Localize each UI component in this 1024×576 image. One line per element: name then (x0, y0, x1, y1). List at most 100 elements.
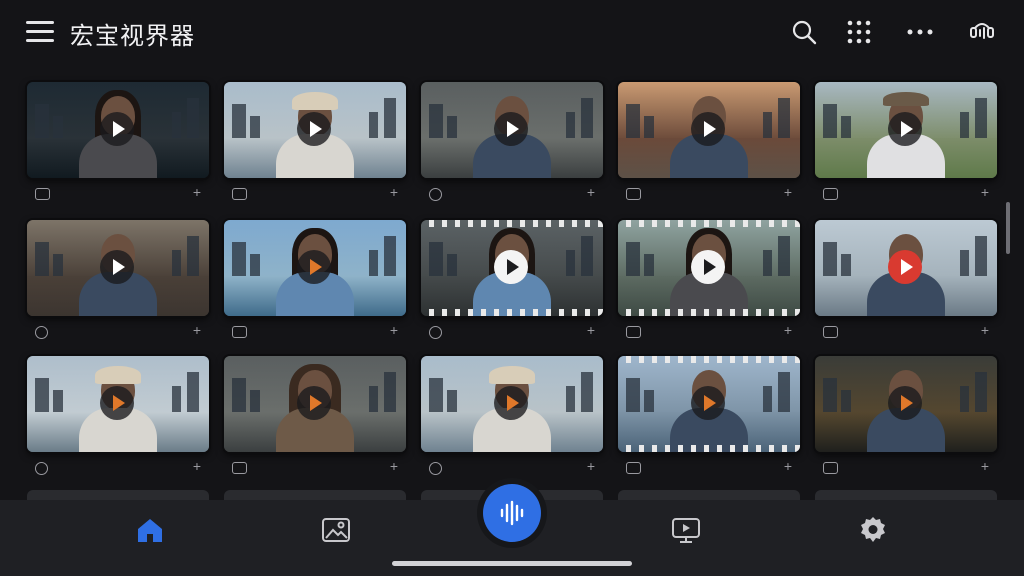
voice-assistant-icon[interactable] (968, 18, 996, 46)
video-thumbnail[interactable] (224, 82, 406, 178)
video-thumbnail[interactable] (27, 356, 209, 452)
video-card[interactable]: + (27, 82, 209, 200)
video-card-peek[interactable] (27, 490, 209, 500)
play-icon[interactable] (691, 386, 725, 420)
play-icon[interactable] (494, 112, 528, 146)
video-thumbnail[interactable] (224, 220, 406, 316)
video-card[interactable]: + (224, 82, 406, 200)
card-meta: + (35, 184, 205, 202)
video-thumbnail[interactable] (421, 82, 603, 178)
add-button[interactable]: + (587, 322, 595, 338)
video-card[interactable]: + (618, 356, 800, 474)
card-meta: + (429, 322, 599, 340)
caption-icon (823, 326, 838, 338)
play-icon[interactable] (494, 386, 528, 420)
more-icon[interactable] (906, 18, 934, 46)
video-card[interactable]: + (815, 82, 997, 200)
video-card-peek[interactable] (224, 490, 406, 500)
play-icon[interactable] (100, 112, 134, 146)
app-title: 宏宝视界器 (70, 22, 195, 50)
add-button[interactable]: + (784, 458, 792, 474)
play-icon[interactable] (691, 250, 725, 284)
caption-icon (232, 188, 247, 200)
card-meta: + (232, 184, 402, 202)
video-card[interactable]: + (421, 82, 603, 201)
play-icon[interactable] (100, 250, 134, 284)
play-icon[interactable] (297, 250, 331, 284)
card-meta: + (626, 458, 796, 476)
top-bar: 宏宝视界器 (0, 0, 1024, 68)
caption-icon (232, 326, 247, 338)
video-thumbnail[interactable] (27, 82, 209, 178)
settings-icon[interactable] (857, 514, 889, 546)
video-card[interactable]: + (815, 220, 997, 338)
menu-icon[interactable] (26, 20, 54, 44)
card-meta: + (35, 458, 205, 476)
video-card[interactable]: + (421, 220, 603, 339)
add-button[interactable]: + (193, 184, 201, 200)
add-button[interactable]: + (390, 322, 398, 338)
play-icon[interactable] (297, 386, 331, 420)
video-thumbnail[interactable] (618, 356, 800, 452)
video-card[interactable]: + (27, 356, 209, 475)
video-card[interactable]: + (618, 82, 800, 200)
refresh-icon (429, 188, 442, 201)
video-thumbnail[interactable] (815, 356, 997, 452)
refresh-icon (35, 326, 48, 339)
video-thumbnail[interactable] (421, 220, 603, 316)
play-icon[interactable] (691, 112, 725, 146)
refresh-icon (35, 462, 48, 475)
home-icon[interactable] (134, 514, 166, 546)
card-meta: + (429, 184, 599, 202)
add-button[interactable]: + (587, 184, 595, 200)
video-thumbnail[interactable] (815, 82, 997, 178)
add-button[interactable]: + (193, 458, 201, 474)
video-thumbnail[interactable] (224, 356, 406, 452)
add-button[interactable]: + (390, 184, 398, 200)
card-meta: + (232, 458, 402, 476)
search-icon[interactable] (790, 18, 818, 46)
video-card[interactable]: + (224, 356, 406, 474)
video-card[interactable]: + (27, 220, 209, 339)
play-icon[interactable] (888, 112, 922, 146)
video-thumbnail[interactable] (27, 220, 209, 316)
video-thumbnail[interactable] (618, 82, 800, 178)
caption-icon (626, 326, 641, 338)
video-card[interactable]: + (618, 220, 800, 338)
add-button[interactable]: + (587, 458, 595, 474)
voice-wave-icon[interactable] (483, 484, 541, 542)
add-button[interactable]: + (390, 458, 398, 474)
play-icon[interactable] (888, 386, 922, 420)
caption-icon (626, 462, 641, 474)
play-icon[interactable] (100, 386, 134, 420)
video-thumbnail[interactable] (618, 220, 800, 316)
add-button[interactable]: + (981, 322, 989, 338)
gallery-icon[interactable] (320, 514, 352, 546)
apps-grid-icon[interactable] (845, 18, 873, 46)
scrollbar[interactable] (1006, 202, 1010, 254)
refresh-icon (429, 462, 442, 475)
add-button[interactable]: + (784, 184, 792, 200)
video-grid: + + + + + + + + + + + + + + + (0, 72, 1024, 500)
caption-icon (232, 462, 247, 474)
add-button[interactable]: + (981, 458, 989, 474)
video-card-peek[interactable] (618, 490, 800, 500)
caption-icon (35, 188, 50, 200)
caption-icon (823, 462, 838, 474)
card-meta: + (626, 322, 796, 340)
card-meta: + (823, 322, 993, 340)
video-card[interactable]: + (224, 220, 406, 338)
add-button[interactable]: + (981, 184, 989, 200)
add-button[interactable]: + (784, 322, 792, 338)
caption-icon (626, 188, 641, 200)
add-button[interactable]: + (193, 322, 201, 338)
video-card-peek[interactable] (815, 490, 997, 500)
play-icon[interactable] (888, 250, 922, 284)
play-icon[interactable] (494, 250, 528, 284)
video-thumbnail[interactable] (815, 220, 997, 316)
play-icon[interactable] (297, 112, 331, 146)
tv-cast-icon[interactable] (670, 514, 702, 546)
video-card[interactable]: + (421, 356, 603, 475)
video-card[interactable]: + (815, 356, 997, 474)
video-thumbnail[interactable] (421, 356, 603, 452)
